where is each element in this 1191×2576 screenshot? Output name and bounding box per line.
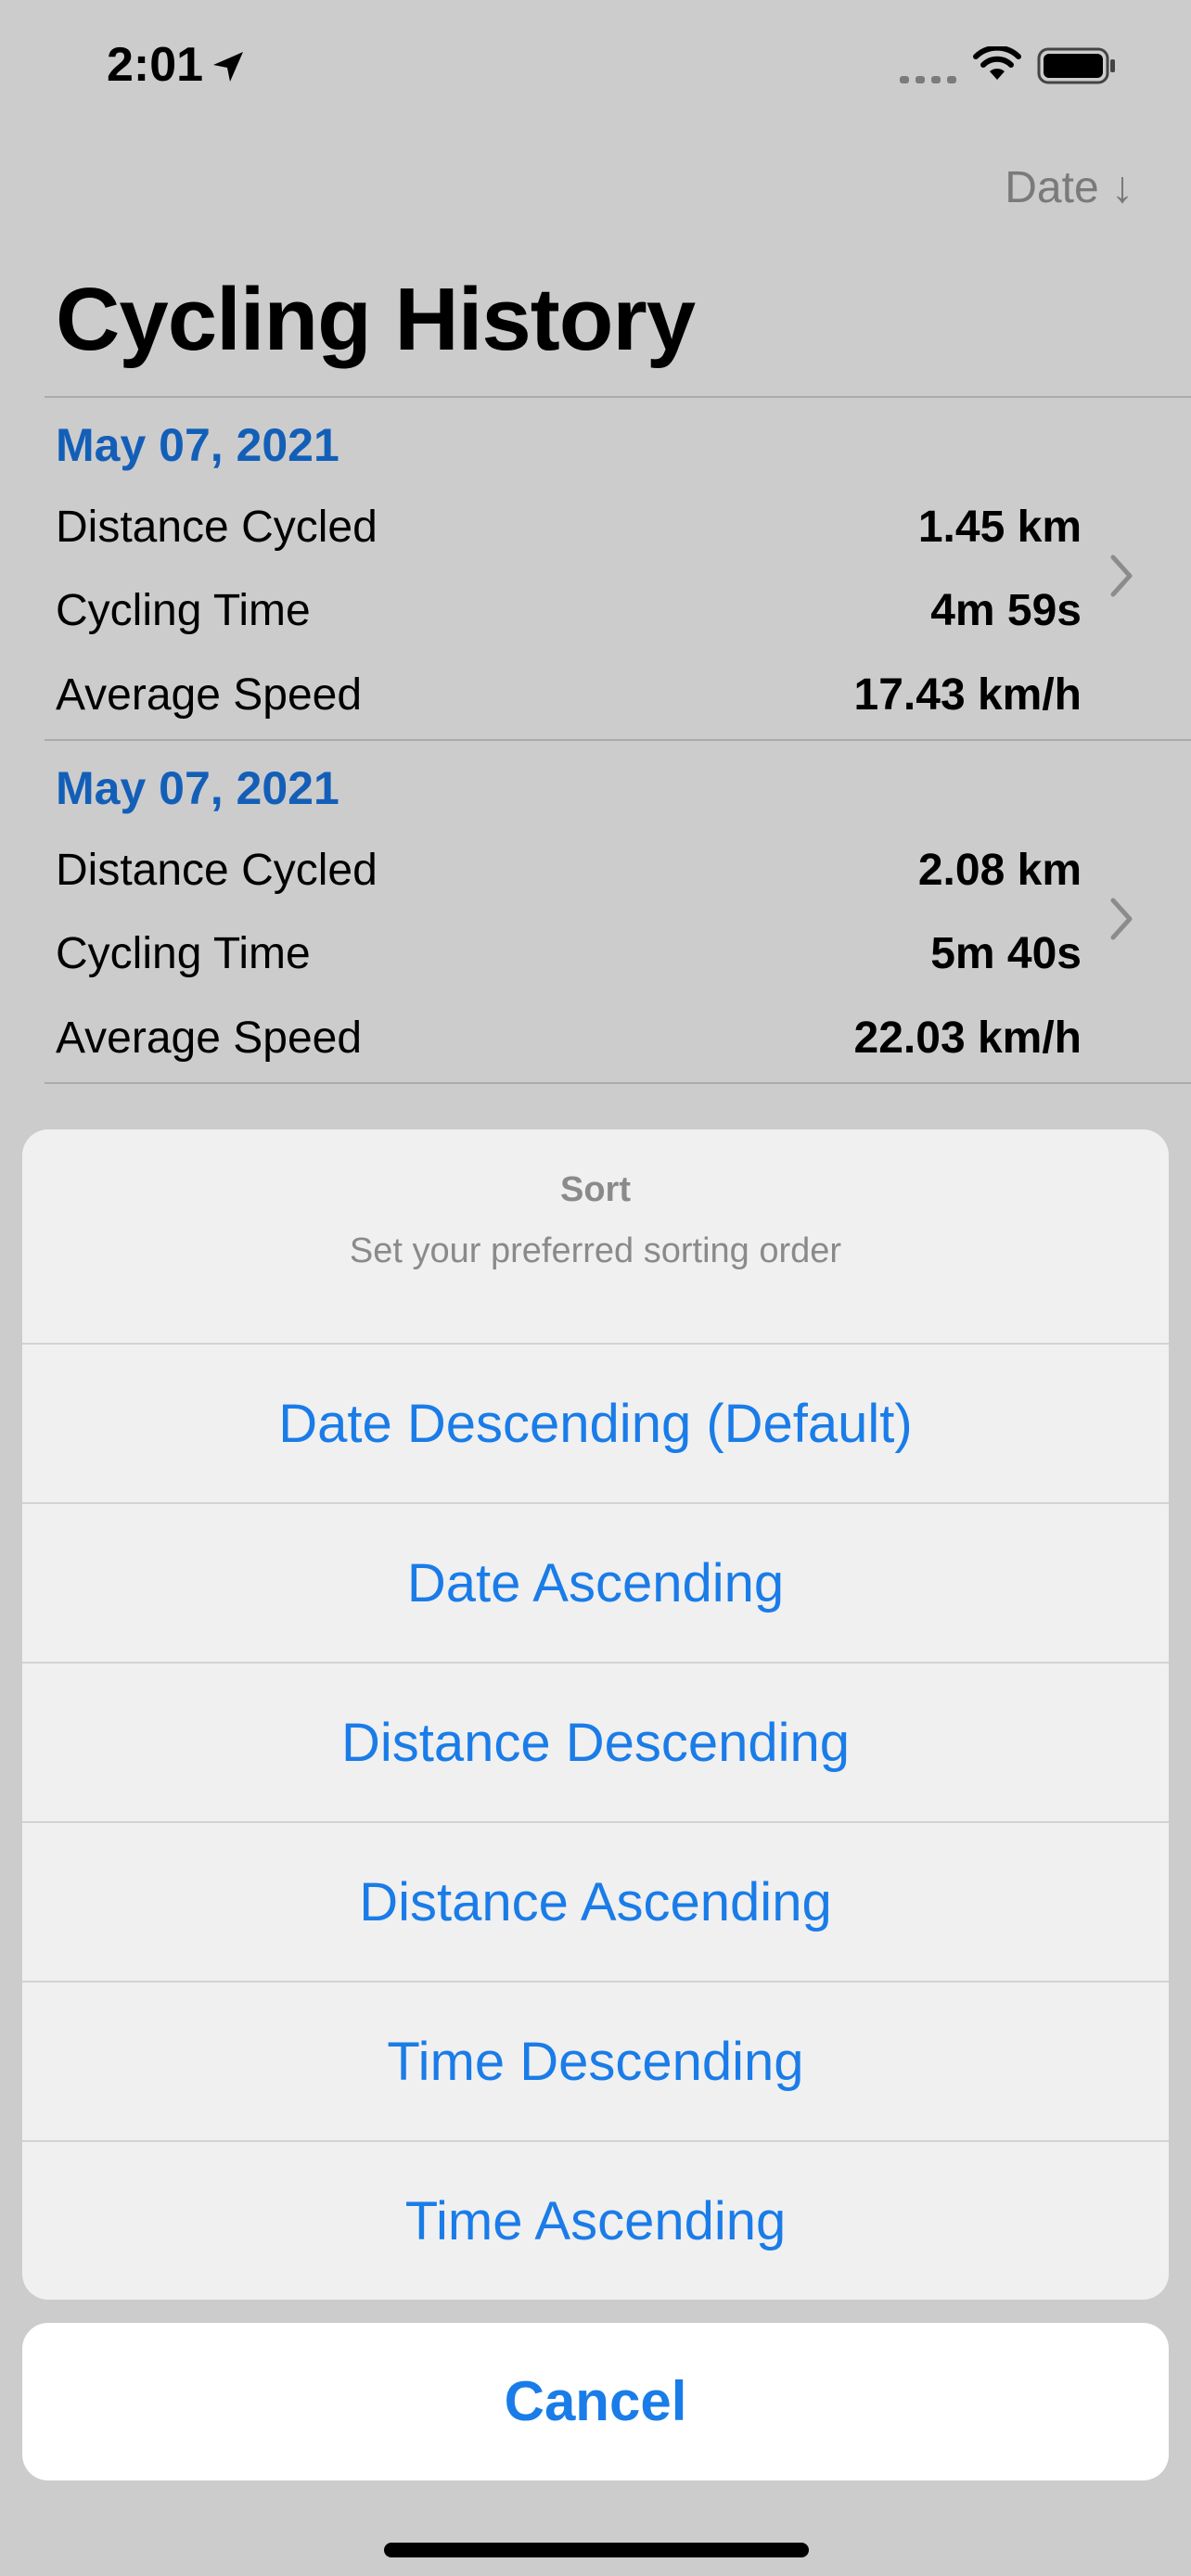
cancel-button[interactable]: Cancel	[22, 2323, 1169, 2480]
option-date-descending[interactable]: Date Descending (Default)	[22, 1345, 1169, 1504]
option-time-descending[interactable]: Time Descending	[22, 1983, 1169, 2142]
home-indicator[interactable]	[384, 2543, 809, 2557]
option-distance-descending[interactable]: Distance Descending	[22, 1664, 1169, 1823]
action-sheet-message: Set your preferred sorting order	[349, 1231, 842, 1270]
action-sheet-title: Sort	[560, 1170, 631, 1209]
option-date-ascending[interactable]: Date Ascending	[22, 1504, 1169, 1664]
option-time-ascending[interactable]: Time Ascending	[22, 2142, 1169, 2300]
action-sheet-header: Sort Set your preferred sorting order	[22, 1129, 1169, 1345]
screen: 2:01 Date ↓ Cycling History May 07, 2021	[0, 0, 1191, 2576]
option-distance-ascending[interactable]: Distance Ascending	[22, 1823, 1169, 1983]
sort-action-sheet: Sort Set your preferred sorting order Da…	[22, 1129, 1169, 2300]
